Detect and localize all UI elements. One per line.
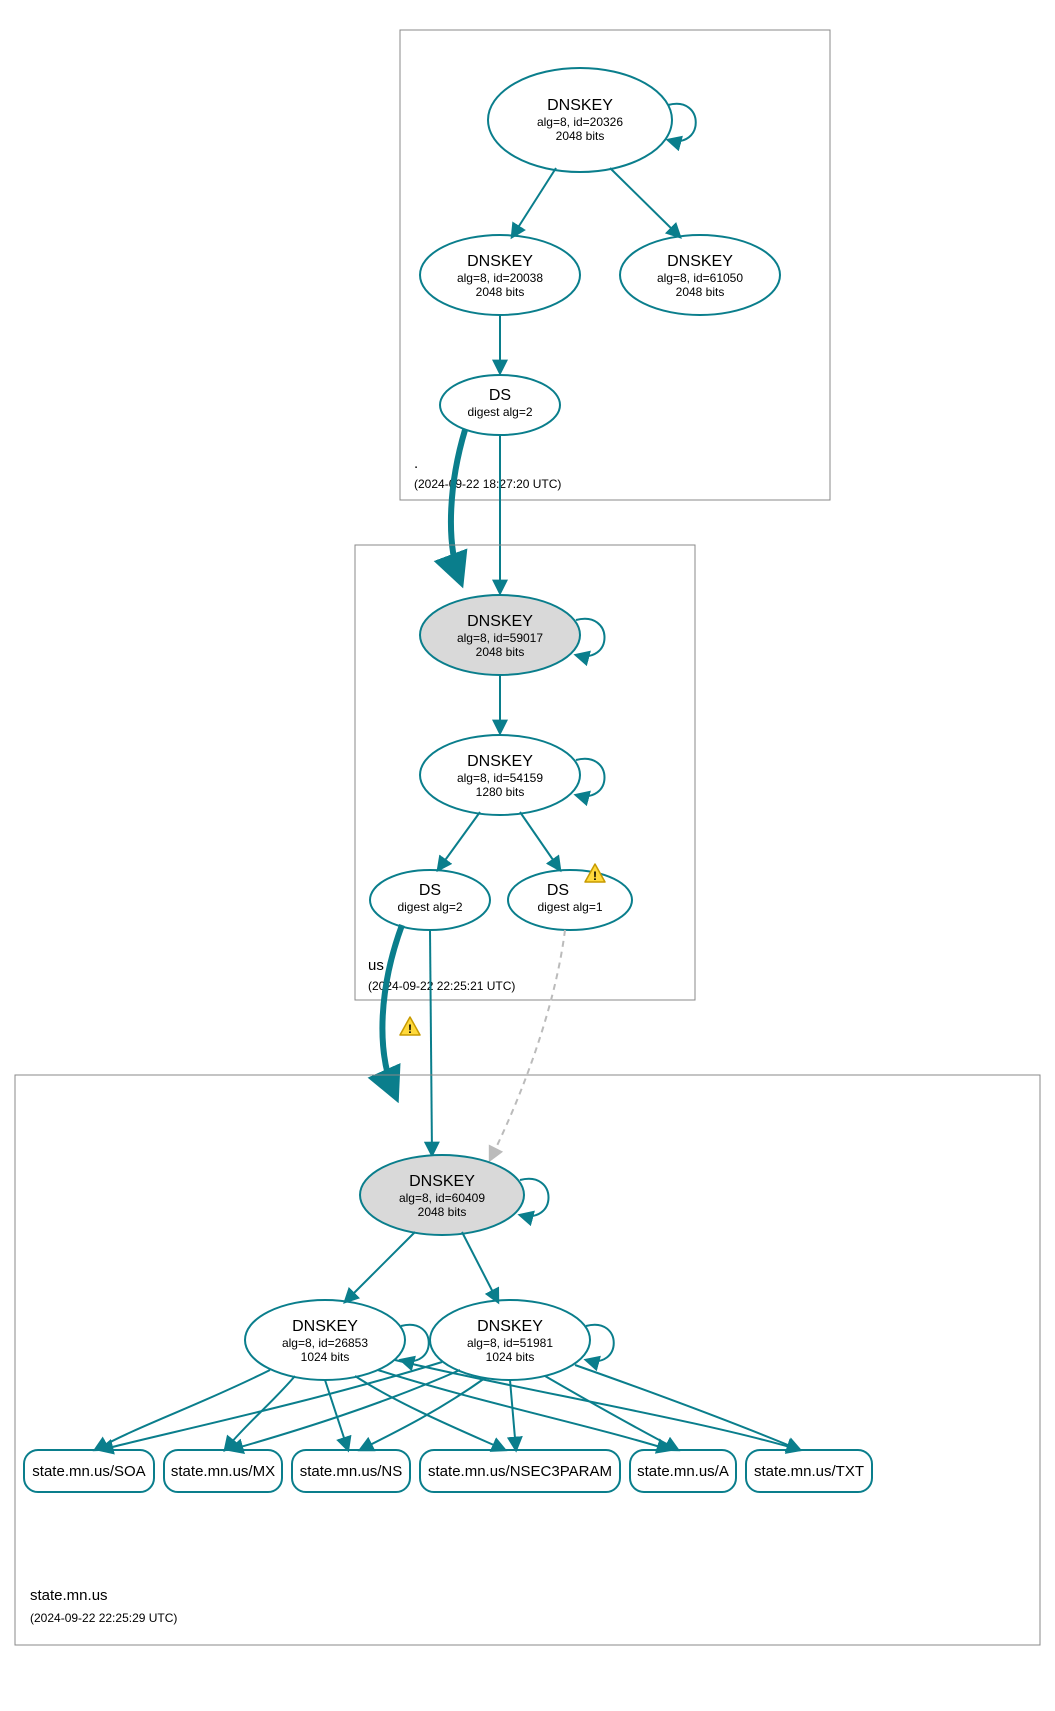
- us-zone-label: us: [368, 957, 384, 974]
- dnssec-graph: DNSKEY alg=8, id=20326 2048 bits DNSKEY …: [0, 0, 1055, 1711]
- rrset-mx: state.mn.us/MX: [164, 1450, 282, 1492]
- root-zsk2-node: DNSKEY alg=8, id=61050 2048 bits: [620, 235, 780, 315]
- root-zone-ts: (2024-09-22 18:27:20 UTC): [414, 477, 561, 491]
- warn-icon: !: [400, 1017, 420, 1036]
- edge-root-to-us-thick: [451, 430, 465, 580]
- root-ds-node: DS digest alg=2: [440, 375, 560, 435]
- svg-text:!: !: [408, 1022, 412, 1036]
- us-ksk-title: DNSKEY: [467, 613, 533, 630]
- rrset-mx-label: state.mn.us/MX: [171, 1463, 275, 1480]
- svg-text:!: !: [593, 869, 597, 883]
- us-ds1-title: DS: [419, 882, 441, 899]
- state-zone-label: state.mn.us: [30, 1587, 108, 1604]
- root-ksk-alg: alg=8, id=20326: [537, 115, 623, 129]
- rrset-a: state.mn.us/A: [630, 1450, 736, 1492]
- zone-root: DNSKEY alg=8, id=20326 2048 bits DNSKEY …: [400, 30, 830, 500]
- rrset-soa: state.mn.us/SOA: [24, 1450, 154, 1492]
- e-z2-n3p: [510, 1380, 516, 1450]
- us-ksk-bits: 2048 bits: [476, 645, 525, 659]
- edge-stateksk-zsk1: [345, 1232, 415, 1302]
- us-zsk-node: DNSKEY alg=8, id=54159 1280 bits: [420, 735, 580, 815]
- us-zsk-bits: 1280 bits: [476, 785, 525, 799]
- root-ds-title: DS: [489, 387, 511, 404]
- root-zsk1-title: DNSKEY: [467, 253, 533, 270]
- us-ds1-alg: digest alg=2: [397, 900, 462, 914]
- state-ksk-alg: alg=8, id=60409: [399, 1191, 485, 1205]
- edge-uszsk-ds1: [438, 812, 480, 870]
- us-ds1-node: DS digest alg=2: [370, 870, 490, 930]
- root-ksk-bits: 2048 bits: [556, 129, 605, 143]
- state-zsk1-node: DNSKEY alg=8, id=26853 1024 bits: [245, 1300, 405, 1380]
- state-ksk-title: DNSKEY: [409, 1173, 475, 1190]
- edge-usds1-stateksk: [430, 930, 432, 1155]
- rrset-soa-label: state.mn.us/SOA: [32, 1463, 145, 1480]
- state-ksk-bits: 2048 bits: [418, 1205, 467, 1219]
- edge-usds2-stateksk-dashed: [490, 930, 565, 1160]
- rrset-ns: state.mn.us/NS: [292, 1450, 410, 1492]
- edge-stateksk-zsk2: [462, 1232, 498, 1302]
- state-zsk2-alg: alg=8, id=51981: [467, 1336, 553, 1350]
- us-ksk-node: DNSKEY alg=8, id=59017 2048 bits: [420, 595, 580, 675]
- state-zsk1-title: DNSKEY: [292, 1318, 358, 1335]
- us-zsk-title: DNSKEY: [467, 753, 533, 770]
- rrset-txt: state.mn.us/TXT: [746, 1450, 872, 1492]
- rrset-txt-label: state.mn.us/TXT: [754, 1463, 864, 1480]
- root-zsk2-bits: 2048 bits: [676, 285, 725, 299]
- rrset-ns-label: state.mn.us/NS: [300, 1463, 403, 1480]
- root-ds-alg: digest alg=2: [467, 405, 532, 419]
- state-ksk-node: DNSKEY alg=8, id=60409 2048 bits: [360, 1155, 524, 1235]
- root-zsk1-alg: alg=8, id=20038: [457, 271, 543, 285]
- e-z2-txt: [575, 1365, 800, 1450]
- rrset-n3p-label: state.mn.us/NSEC3PARAM: [428, 1463, 612, 1480]
- root-ksk-title: DNSKEY: [547, 97, 613, 114]
- root-zsk2-title: DNSKEY: [667, 253, 733, 270]
- root-zsk1-node: DNSKEY alg=8, id=20038 2048 bits: [420, 235, 580, 315]
- edge-us-to-state-thick: [382, 925, 402, 1095]
- e-z2-a: [545, 1376, 678, 1450]
- edge-rootksk-zsk1: [512, 168, 556, 237]
- e-z2-ns: [360, 1378, 485, 1450]
- state-zsk2-bits: 1024 bits: [486, 1350, 535, 1364]
- state-zone-ts: (2024-09-22 22:25:29 UTC): [30, 1611, 177, 1625]
- root-zsk2-alg: alg=8, id=61050: [657, 271, 743, 285]
- us-zsk-alg: alg=8, id=54159: [457, 771, 543, 785]
- state-zsk1-alg: alg=8, id=26853: [282, 1336, 368, 1350]
- state-zsk2-node: DNSKEY alg=8, id=51981 1024 bits: [430, 1300, 590, 1380]
- rrset-a-label: state.mn.us/A: [637, 1463, 729, 1480]
- zone-us: DNSKEY alg=8, id=59017 2048 bits DNSKEY …: [355, 545, 695, 1000]
- edge-uszsk-ds2: [520, 812, 560, 870]
- us-ksk-alg: alg=8, id=59017: [457, 631, 543, 645]
- edge-rootksk-zsk2: [610, 168, 680, 237]
- state-zsk2-title: DNSKEY: [477, 1318, 543, 1335]
- root-zsk1-bits: 2048 bits: [476, 285, 525, 299]
- rrset-nsec3param: state.mn.us/NSEC3PARAM: [420, 1450, 620, 1492]
- us-zone-ts: (2024-09-22 22:25:21 UTC): [368, 979, 515, 993]
- e-z2-soa: [100, 1362, 442, 1450]
- us-ds2-title: DS: [547, 882, 569, 899]
- e-z1-soa: [95, 1370, 270, 1450]
- root-ksk-node: DNSKEY alg=8, id=20326 2048 bits: [488, 68, 672, 172]
- us-ds2-alg: digest alg=1: [537, 900, 602, 914]
- root-zone-label: .: [414, 455, 418, 472]
- us-ds2-node: DS digest alg=1 !: [508, 864, 632, 930]
- state-zsk1-bits: 1024 bits: [301, 1350, 350, 1364]
- zone-state: DNSKEY alg=8, id=60409 2048 bits DNSKEY …: [15, 1075, 1040, 1645]
